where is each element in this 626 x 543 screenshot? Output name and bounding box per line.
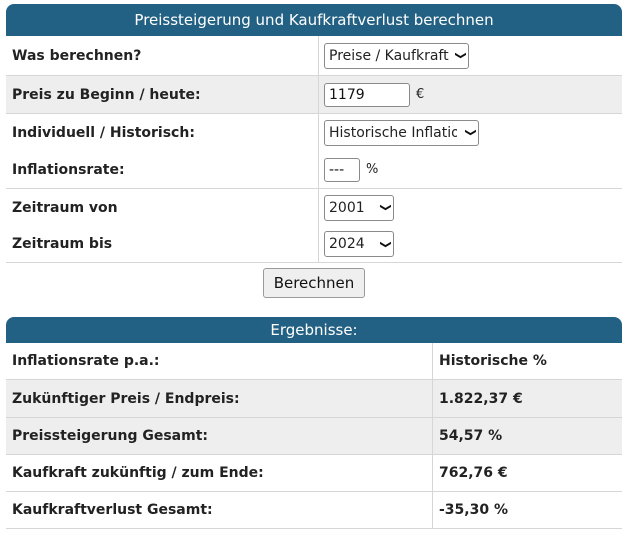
- to-select[interactable]: 2024 ❯: [324, 231, 394, 257]
- result-label: Kaufkraftverlust Gesamt:: [6, 492, 433, 528]
- calculator-title: Preissteigerung und Kaufkraftverlust ber…: [6, 4, 622, 36]
- row-rate: Inflationsrate: %: [6, 151, 622, 189]
- result-value: 1.822,37 €: [439, 390, 523, 407]
- from-label: Zeitraum von: [6, 189, 319, 226]
- result-label: Zukünftiger Preis / Endpreis:: [6, 380, 433, 417]
- result-row: Kaufkraftverlust Gesamt: -35,30 %: [6, 492, 622, 529]
- chevron-down-icon: ❯: [378, 203, 391, 212]
- rate-label: Inflationsrate:: [6, 151, 319, 188]
- result-row: Kaufkraft zukünftig / zum Ende: 762,76 €: [6, 455, 622, 492]
- price-label: Preis zu Beginn / heute:: [6, 76, 319, 113]
- row-from: Zeitraum von 2001 ❯: [6, 189, 622, 226]
- row-price: Preis zu Beginn / heute: €: [6, 76, 622, 114]
- price-unit: €: [416, 87, 425, 102]
- result-value: 54,57 %: [439, 428, 503, 444]
- result-value: 762,76 €: [439, 465, 508, 481]
- result-row: Inflationsrate p.a.: Historische %: [6, 343, 622, 380]
- results-title: Ergebnisse:: [6, 317, 622, 343]
- from-select[interactable]: 2001 ❯: [324, 194, 394, 221]
- rate-input[interactable]: [324, 157, 360, 182]
- result-label: Inflationsrate p.a.:: [6, 343, 433, 379]
- button-row: Berechnen: [6, 263, 622, 303]
- berechnen-button[interactable]: Berechnen: [262, 268, 366, 298]
- result-value: -35,30 %: [439, 502, 508, 518]
- result-label: Preissteigerung Gesamt:: [6, 418, 433, 454]
- row-what: Was berechnen? Preise / Kaufkraft ❯: [6, 36, 622, 76]
- chevron-down-icon: ❯: [378, 239, 391, 249]
- result-label: Kaufkraft zukünftig / zum Ende:: [6, 455, 433, 491]
- price-input[interactable]: [324, 82, 410, 107]
- result-value: Historische %: [439, 353, 547, 369]
- result-row: Preissteigerung Gesamt: 54,57 %: [6, 418, 622, 455]
- chevron-down-icon: ❯: [453, 51, 466, 60]
- what-label: Was berechnen?: [6, 36, 319, 75]
- calculator: Preissteigerung und Kaufkraftverlust ber…: [6, 4, 622, 529]
- chevron-down-icon: ❯: [463, 128, 476, 137]
- what-select[interactable]: Preise / Kaufkraft ❯: [324, 42, 469, 69]
- rate-unit: %: [366, 162, 379, 177]
- mode-select[interactable]: Historische Inflation ❯: [324, 119, 479, 146]
- result-row: Zukünftiger Preis / Endpreis: 1.822,37 €: [6, 380, 622, 418]
- row-mode: Individuell / Historisch: Historische In…: [6, 114, 622, 151]
- row-to: Zeitraum bis 2024 ❯: [6, 226, 622, 263]
- mode-label: Individuell / Historisch:: [6, 114, 319, 151]
- to-label: Zeitraum bis: [6, 226, 319, 262]
